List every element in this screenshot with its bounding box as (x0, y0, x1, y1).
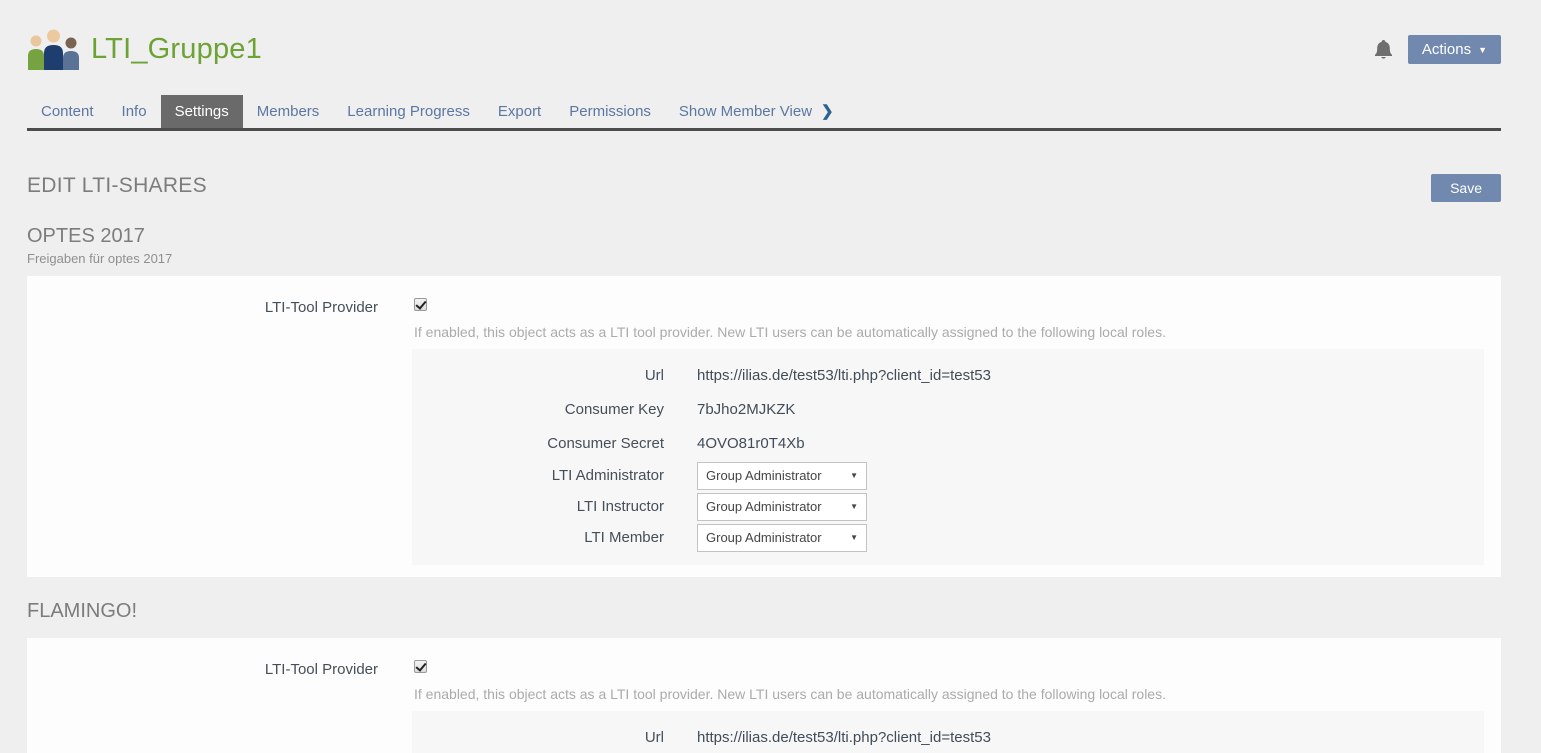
section-subtitle-optes: Freigaben für optes 2017 (27, 251, 1501, 266)
consumer-key-label: Consumer Key (412, 401, 664, 418)
form-panel-flamingo: LTI-Tool Provider If enabled, this objec… (27, 638, 1501, 753)
tab-learning-progress[interactable]: Learning Progress (333, 95, 484, 128)
notification-bell-icon[interactable] (1374, 39, 1393, 60)
role-row-member: LTI Member Group Administrator ▼ (412, 522, 1484, 553)
lti-provider-checkbox[interactable] (414, 660, 427, 673)
tab-members[interactable]: Members (243, 95, 334, 128)
section-title-optes: OPTES 2017 (27, 225, 1501, 248)
tab-permissions[interactable]: Permissions (555, 95, 665, 128)
page-title: LTI_Gruppe1 (91, 33, 262, 66)
provider-info-text: If enabled, this object acts as a LTI to… (414, 686, 1501, 702)
url-value: https://ilias.de/test53/lti.php?client_i… (664, 729, 991, 746)
tab-settings[interactable]: Settings (161, 95, 243, 128)
caret-down-icon: ▼ (850, 471, 858, 480)
provider-info-text: If enabled, this object acts as a LTI to… (414, 324, 1501, 340)
url-label: Url (412, 729, 664, 746)
actions-button-label: Actions (1422, 41, 1471, 58)
form-row-provider: LTI-Tool Provider If enabled, this objec… (27, 660, 1501, 702)
section-title-flamingo: FLAMINGO! (27, 600, 1501, 623)
header-actions-area: Actions ▼ (1374, 35, 1501, 64)
tab-show-member-view[interactable]: Show Member View ❯ (665, 94, 848, 128)
field-row-consumer-key: Consumer Key 7bJho2MJKZK (412, 392, 1484, 426)
lti-instructor-label: LTI Instructor (412, 498, 664, 515)
role-row-instructor: LTI Instructor Group Administrator ▼ (412, 491, 1484, 522)
header: LTI_Gruppe1 Actions ▼ (27, 27, 1501, 71)
page: LTI_Gruppe1 Actions ▼ (0, 27, 1541, 71)
lti-instructor-select-value: Group Administrator (706, 499, 822, 514)
role-row-administrator: LTI Administrator Group Administrator ▼ (412, 460, 1484, 491)
lti-administrator-select[interactable]: Group Administrator ▼ (697, 462, 867, 490)
actions-button[interactable]: Actions ▼ (1408, 35, 1501, 64)
lti-subform: Url https://ilias.de/test53/lti.php?clie… (412, 349, 1484, 565)
lti-provider-checkbox[interactable] (414, 298, 427, 311)
chevron-right-icon: ❯ (821, 102, 834, 120)
consumer-key-value: 7bJho2MJKZK (664, 401, 795, 418)
consumer-secret-value: 4OVO81r0T4Xb (664, 435, 805, 452)
tab-bar: Content Info Settings Members Learning P… (27, 94, 1501, 131)
provider-label: LTI-Tool Provider (27, 298, 378, 316)
group-members-icon (27, 28, 81, 70)
form-heading: EDIT LTI-SHARES (27, 174, 207, 198)
url-label: Url (412, 367, 664, 384)
lti-administrator-select-value: Group Administrator (706, 468, 822, 483)
page-head: EDIT LTI-SHARES Save (27, 174, 1501, 202)
provider-label: LTI-Tool Provider (27, 660, 378, 678)
lti-administrator-label: LTI Administrator (412, 467, 664, 484)
form-panel-optes: LTI-Tool Provider If enabled, this objec… (27, 276, 1501, 577)
consumer-secret-label: Consumer Secret (412, 435, 664, 452)
lti-subform: Url https://ilias.de/test53/lti.php?clie… (412, 711, 1484, 753)
field-row-consumer-secret: Consumer Secret 4OVO81r0T4Xb (412, 426, 1484, 460)
tab-content[interactable]: Content (27, 95, 108, 128)
save-button[interactable]: Save (1431, 174, 1501, 202)
caret-down-icon: ▼ (850, 502, 858, 511)
tab-info[interactable]: Info (108, 95, 161, 128)
lti-member-select[interactable]: Group Administrator ▼ (697, 524, 867, 552)
field-row-url: Url https://ilias.de/test53/lti.php?clie… (412, 720, 1484, 753)
lti-member-label: LTI Member (412, 529, 664, 546)
field-row-url: Url https://ilias.de/test53/lti.php?clie… (412, 358, 1484, 392)
lti-instructor-select[interactable]: Group Administrator ▼ (697, 493, 867, 521)
provider-control: If enabled, this object acts as a LTI to… (378, 298, 1501, 340)
tab-show-member-view-label: Show Member View (679, 103, 812, 120)
caret-down-icon: ▼ (850, 533, 858, 542)
tab-export[interactable]: Export (484, 95, 555, 128)
url-value: https://ilias.de/test53/lti.php?client_i… (664, 367, 991, 384)
caret-down-icon: ▼ (1478, 45, 1487, 55)
provider-control: If enabled, this object acts as a LTI to… (378, 660, 1501, 702)
lti-member-select-value: Group Administrator (706, 530, 822, 545)
form-row-provider: LTI-Tool Provider If enabled, this objec… (27, 298, 1501, 340)
